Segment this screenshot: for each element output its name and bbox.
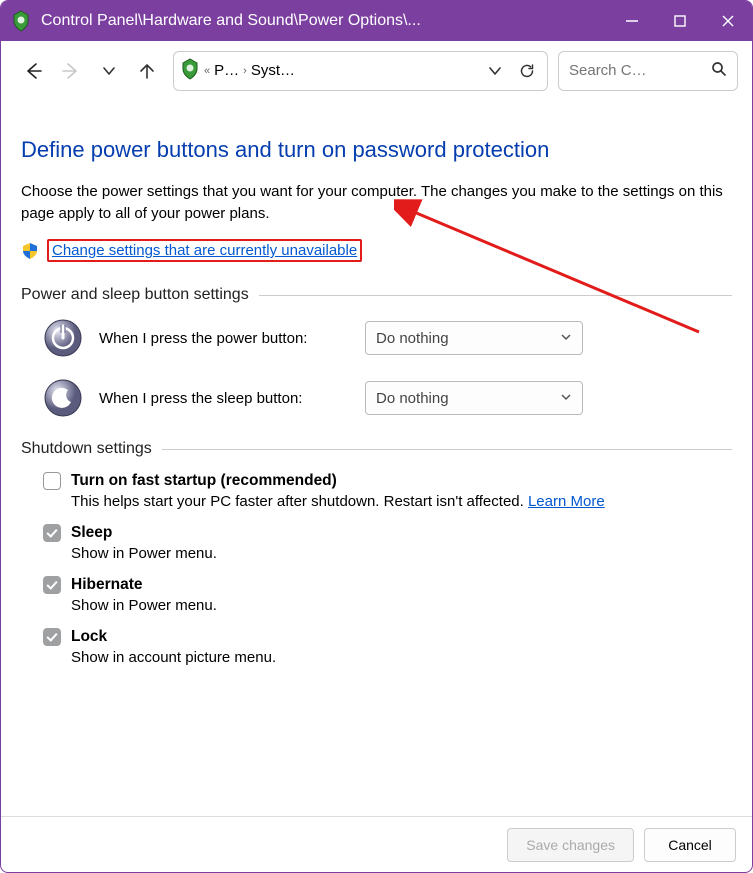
sleep-button-label: When I press the sleep button: — [99, 390, 349, 407]
hibernate-item: Hibernate Show in Power menu. — [21, 576, 732, 614]
hibernate-desc: Show in Power menu. — [71, 597, 732, 614]
divider — [259, 295, 732, 296]
divider — [162, 449, 732, 450]
dropdown-value: Do nothing — [376, 390, 449, 407]
back-button[interactable] — [15, 53, 51, 89]
lock-desc: Show in account picture menu. — [71, 649, 732, 666]
learn-more-link[interactable]: Learn More — [528, 493, 605, 510]
page-description: Choose the power settings that you want … — [21, 181, 732, 225]
close-button[interactable] — [704, 1, 752, 41]
lock-item: Lock Show in account picture menu. — [21, 628, 732, 666]
lock-label: Lock — [71, 628, 107, 646]
refresh-button[interactable] — [513, 53, 541, 89]
power-button-label: When I press the power button: — [99, 330, 349, 347]
sleep-button-row: When I press the sleep button: Do nothin… — [21, 378, 732, 418]
address-dropdown-button[interactable] — [481, 53, 509, 89]
breadcrumb-item-2[interactable]: Syst… — [251, 62, 295, 79]
footer: Save changes Cancel — [1, 816, 752, 872]
breadcrumb-overflow[interactable]: « — [204, 65, 210, 77]
change-unavailable-settings-link[interactable]: Change settings that are currently unava… — [47, 239, 362, 262]
dropdown-value: Do nothing — [376, 330, 449, 347]
minimize-button[interactable] — [608, 1, 656, 41]
location-icon — [180, 58, 200, 84]
save-button[interactable]: Save changes — [507, 828, 634, 862]
sleep-desc: Show in Power menu. — [71, 545, 732, 562]
section-header-shutdown: Shutdown settings — [21, 440, 732, 458]
search-icon — [711, 61, 727, 81]
sleep-checkbox[interactable] — [43, 524, 61, 542]
cancel-button[interactable]: Cancel — [644, 828, 736, 862]
power-sleep-section: Power and sleep button settings — [21, 286, 732, 418]
chevron-right-icon: › — [243, 65, 247, 77]
power-icon — [43, 318, 83, 358]
navbar: « P… › Syst… — [1, 41, 752, 101]
titlebar: Control Panel\Hardware and Sound\Power O… — [1, 1, 752, 41]
fast-startup-item: Turn on fast startup (recommended) This … — [21, 472, 732, 510]
hibernate-label: Hibernate — [71, 576, 143, 594]
shutdown-section: Shutdown settings Turn on fast startup (… — [21, 440, 732, 666]
sleep-item: Sleep Show in Power menu. — [21, 524, 732, 562]
page-title: Define power buttons and turn on passwor… — [21, 137, 732, 163]
window: Control Panel\Hardware and Sound\Power O… — [0, 0, 753, 873]
fast-startup-checkbox[interactable] — [43, 472, 61, 490]
chevron-down-icon — [560, 330, 572, 347]
lock-checkbox[interactable] — [43, 628, 61, 646]
sleep-button-dropdown[interactable]: Do nothing — [365, 381, 583, 415]
section-title: Power and sleep button settings — [21, 286, 249, 304]
fast-startup-label: Turn on fast startup (recommended) — [71, 472, 337, 490]
sleep-icon — [43, 378, 83, 418]
admin-link-row: Change settings that are currently unava… — [21, 239, 732, 262]
search-input[interactable] — [569, 62, 711, 79]
breadcrumb-label: P… — [214, 62, 239, 79]
recent-dropdown-button[interactable] — [91, 53, 127, 89]
breadcrumb-item-1[interactable]: P… › — [214, 62, 247, 79]
forward-button[interactable] — [53, 53, 89, 89]
section-header-power-sleep: Power and sleep button settings — [21, 286, 732, 304]
power-button-row: When I press the power button: Do nothin… — [21, 318, 732, 358]
hibernate-checkbox[interactable] — [43, 576, 61, 594]
chevron-down-icon — [560, 390, 572, 407]
up-button[interactable] — [129, 53, 165, 89]
sleep-label: Sleep — [71, 524, 112, 542]
search-box[interactable] — [558, 51, 738, 91]
app-icon — [11, 10, 31, 32]
address-bar[interactable]: « P… › Syst… — [173, 51, 548, 91]
fast-startup-desc: This helps start your PC faster after sh… — [71, 493, 732, 510]
window-title: Control Panel\Hardware and Sound\Power O… — [41, 12, 608, 30]
uac-shield-icon — [21, 242, 39, 260]
maximize-button[interactable] — [656, 1, 704, 41]
power-button-dropdown[interactable]: Do nothing — [365, 321, 583, 355]
desc-text: This helps start your PC faster after sh… — [71, 493, 528, 510]
section-title: Shutdown settings — [21, 440, 152, 458]
content: Define power buttons and turn on passwor… — [1, 101, 752, 816]
breadcrumb-label: Syst… — [251, 62, 295, 79]
